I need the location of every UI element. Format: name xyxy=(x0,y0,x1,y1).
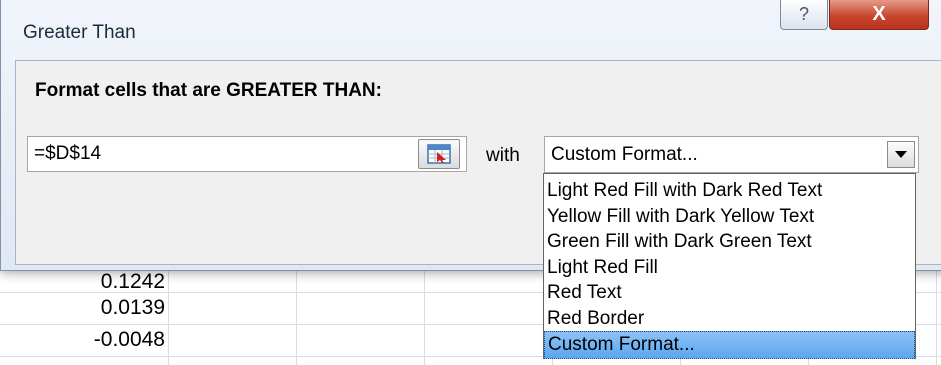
format-select-value: Custom Format... xyxy=(551,144,698,165)
format-options-list: Light Red Fill with Dark Red Text Yellow… xyxy=(543,173,916,359)
with-label: with xyxy=(486,145,520,166)
dropdown-arrow-button[interactable] xyxy=(887,141,915,168)
format-select[interactable]: Custom Format... xyxy=(544,136,919,173)
help-button[interactable]: ? xyxy=(780,0,828,30)
question-mark-icon: ? xyxy=(798,4,809,24)
threshold-value-text: =$D$14 xyxy=(34,143,102,164)
worksheet-cell[interactable]: -0.0048 xyxy=(5,328,165,352)
format-option[interactable]: Light Red Fill with Dark Red Text xyxy=(544,178,915,204)
dialog-title: Greater Than xyxy=(23,22,136,43)
range-selector-button[interactable] xyxy=(418,139,460,169)
prompt-label: Format cells that are GREATER THAN: xyxy=(35,80,382,101)
close-x-icon: X xyxy=(872,3,886,25)
chevron-down-icon xyxy=(895,151,907,158)
worksheet-cell[interactable]: 0.1242 xyxy=(5,270,165,294)
close-button[interactable]: X xyxy=(829,0,929,30)
format-option-selected[interactable]: Custom Format... xyxy=(544,331,915,359)
threshold-value-input[interactable]: =$D$14 xyxy=(27,136,467,172)
format-option[interactable]: Red Text xyxy=(544,280,915,306)
worksheet-cell[interactable]: 0.0139 xyxy=(5,296,165,320)
format-option[interactable]: Red Border xyxy=(544,306,915,332)
format-option[interactable]: Light Red Fill xyxy=(544,255,915,281)
format-option[interactable]: Yellow Fill with Dark Yellow Text xyxy=(544,204,915,230)
format-option[interactable]: Green Fill with Dark Green Text xyxy=(544,229,915,255)
collapse-range-icon xyxy=(427,144,451,164)
